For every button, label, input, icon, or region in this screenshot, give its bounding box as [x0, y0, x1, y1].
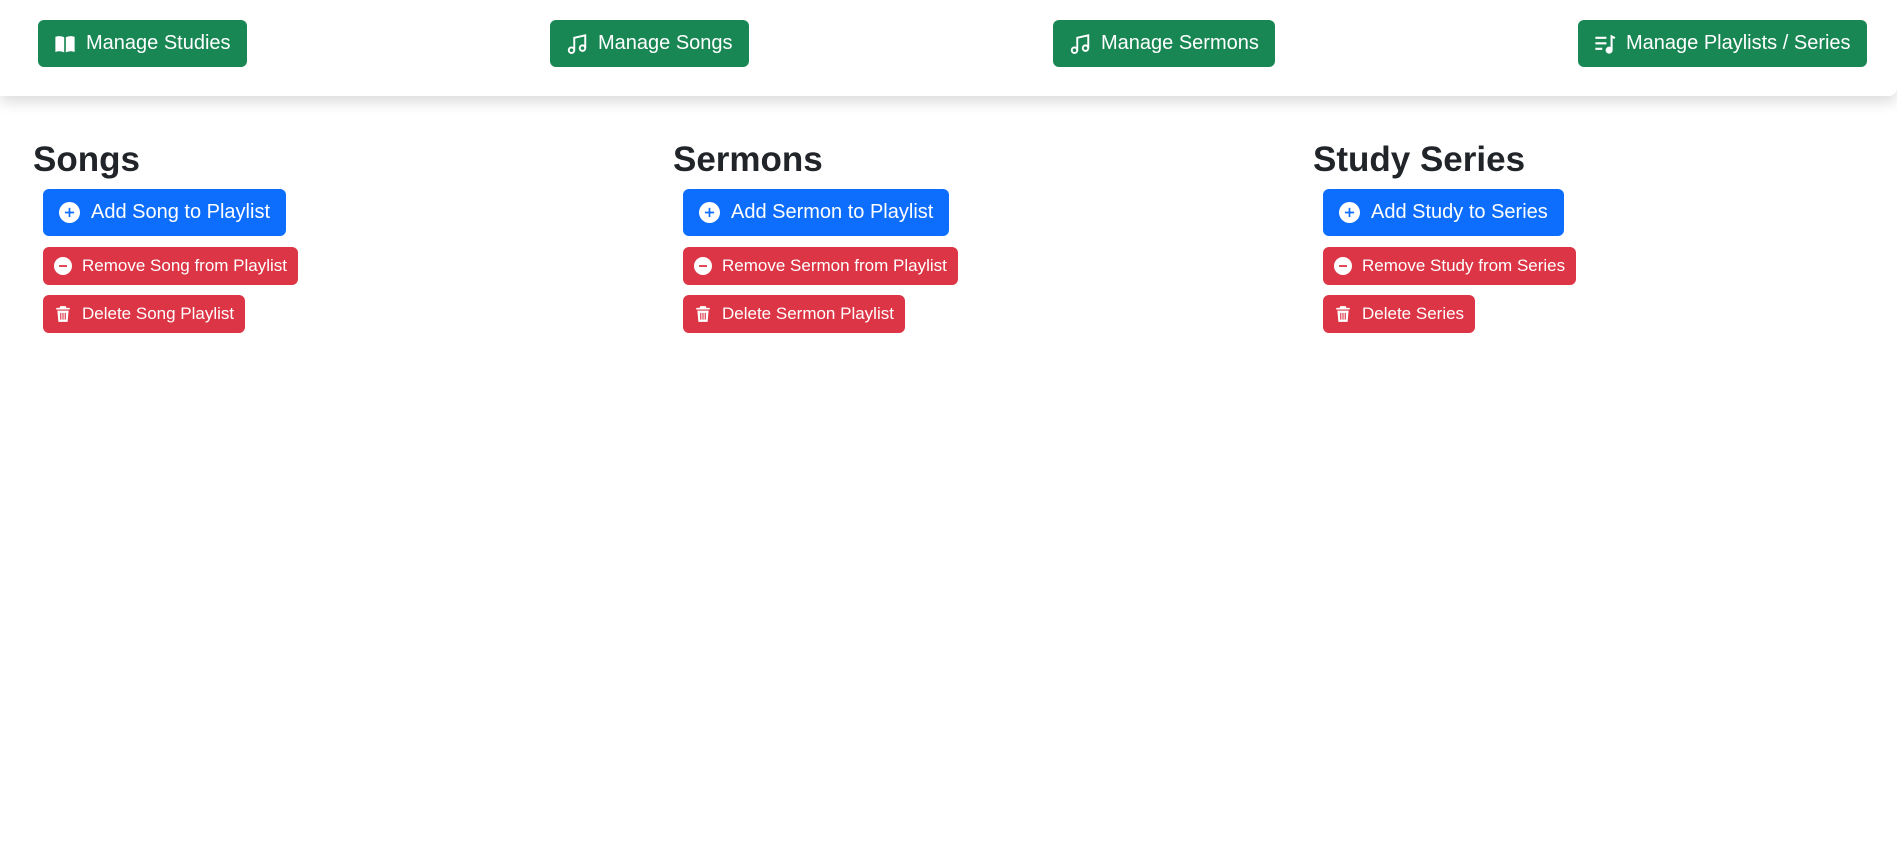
add-sermon-to-playlist-button[interactable]: Add Sermon to Playlist [683, 189, 950, 236]
songs-heading: Songs [33, 140, 140, 179]
manage-playlists-label: Manage Playlists / Series [1626, 32, 1851, 54]
delete-song-label: Delete Song Playlist [82, 304, 235, 323]
delete-sermon-label: Delete Sermon Playlist [722, 304, 894, 323]
remove-song-label: Remove Song from Playlist [82, 256, 288, 275]
manage-studies-label: Manage Studies [86, 32, 231, 54]
remove-song-from-playlist-button[interactable]: Remove Song from Playlist [43, 247, 299, 285]
plus-circle-icon [59, 202, 91, 223]
sermons-section: Sermons Add Sermon to Playlist Remove Se… [673, 138, 958, 333]
manage-songs-button[interactable]: Manage Songs [550, 20, 749, 67]
study-series-heading: Study Series [1313, 140, 1526, 179]
minus-circle-icon [694, 257, 722, 275]
music-note-icon [566, 33, 598, 55]
remove-study-label: Remove Study from Series [1362, 256, 1566, 275]
delete-sermon-playlist-button[interactable]: Delete Sermon Playlist [683, 295, 905, 333]
remove-sermon-label: Remove Sermon from Playlist [722, 256, 947, 275]
trash-icon [1334, 305, 1362, 323]
plus-circle-icon [699, 202, 731, 223]
minus-circle-icon [1334, 257, 1362, 275]
top-nav-bar: Manage Studies Manage Songs Manage Sermo… [0, 0, 1897, 96]
minus-circle-icon [54, 257, 82, 275]
delete-song-playlist-button[interactable]: Delete Song Playlist [43, 295, 246, 333]
delete-series-button[interactable]: Delete Series [1323, 295, 1476, 333]
add-sermon-label: Add Sermon to Playlist [731, 201, 934, 223]
trash-icon [694, 305, 722, 323]
study-series-section: Study Series Add Study to Series Remove … [1313, 138, 1577, 333]
manage-playlists-button[interactable]: Manage Playlists / Series [1578, 20, 1867, 67]
manage-songs-label: Manage Songs [598, 32, 733, 54]
book-icon [54, 33, 86, 55]
plus-circle-icon [1339, 202, 1371, 223]
music-note-icon [1069, 33, 1101, 55]
manage-studies-button[interactable]: Manage Studies [38, 20, 247, 67]
remove-study-from-series-button[interactable]: Remove Study from Series [1323, 247, 1577, 285]
songs-section: Songs Add Song to Playlist Remove Song f… [33, 138, 299, 333]
manage-sermons-label: Manage Sermons [1101, 32, 1259, 54]
add-study-label: Add Study to Series [1371, 201, 1548, 223]
delete-series-label: Delete Series [1362, 304, 1465, 323]
add-study-to-series-button[interactable]: Add Study to Series [1323, 189, 1564, 236]
manage-sermons-button[interactable]: Manage Sermons [1053, 20, 1275, 67]
sermons-heading: Sermons [673, 140, 823, 179]
remove-sermon-from-playlist-button[interactable]: Remove Sermon from Playlist [683, 247, 958, 285]
add-song-label: Add Song to Playlist [91, 201, 270, 223]
add-song-to-playlist-button[interactable]: Add Song to Playlist [43, 189, 286, 236]
playlist-icon [1594, 33, 1626, 55]
trash-icon [54, 305, 82, 323]
